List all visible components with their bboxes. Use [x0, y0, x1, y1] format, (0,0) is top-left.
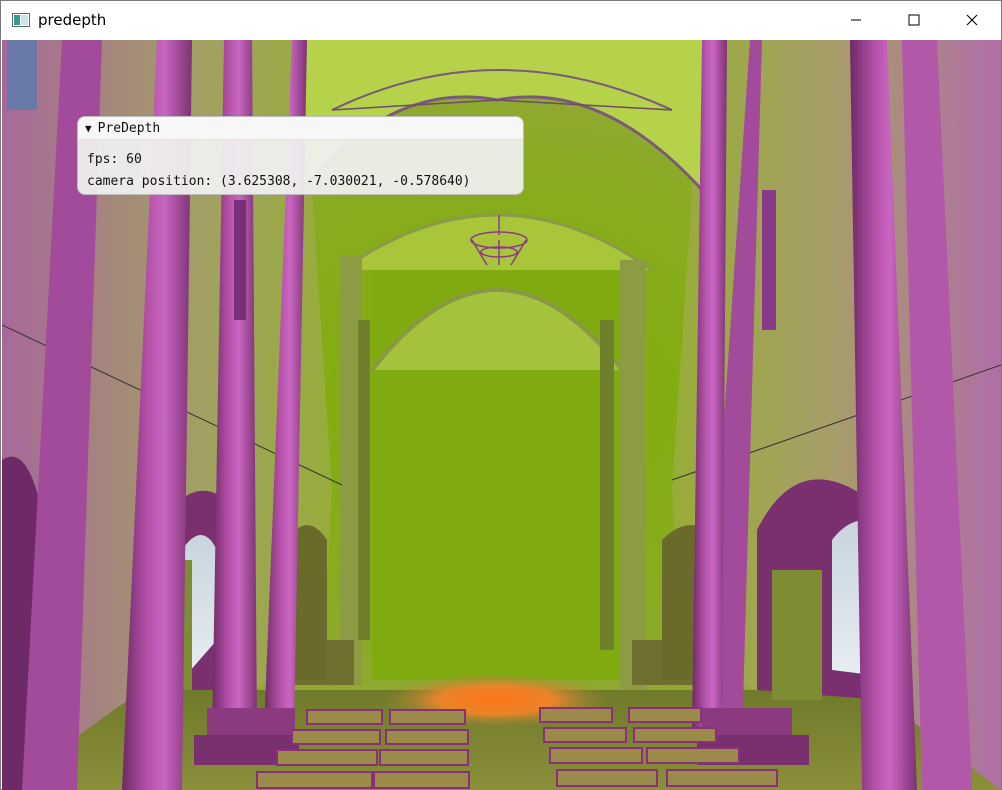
- camera-position-text: camera position: (3.625308, -7.030021, -…: [87, 174, 471, 189]
- app-window-icon: [12, 13, 30, 27]
- fps-text: fps: 60: [87, 152, 142, 167]
- app-window: predepth ▼ PreDepth fps: 60 camera posit…: [0, 0, 1002, 790]
- close-icon: [966, 14, 978, 26]
- collapse-triangle-icon[interactable]: ▼: [85, 122, 92, 135]
- panel-header[interactable]: ▼ PreDepth: [78, 117, 523, 140]
- predepth-panel[interactable]: ▼ PreDepth fps: 60 camera position: (3.6…: [77, 116, 524, 195]
- render-viewport[interactable]: ▼ PreDepth fps: 60 camera position: (3.6…: [2, 40, 1001, 790]
- maximize-icon: [908, 14, 920, 26]
- minimize-button[interactable]: [827, 1, 885, 39]
- title-bar[interactable]: predepth: [1, 1, 1001, 39]
- panel-body: fps: 60 camera position: (3.625308, -7.0…: [78, 140, 523, 193]
- window-title: predepth: [38, 11, 107, 29]
- maximize-button[interactable]: [885, 1, 943, 39]
- close-button[interactable]: [943, 1, 1001, 39]
- minimize-icon: [851, 19, 861, 21]
- window-controls: [827, 1, 1001, 39]
- panel-title: PreDepth: [97, 120, 161, 136]
